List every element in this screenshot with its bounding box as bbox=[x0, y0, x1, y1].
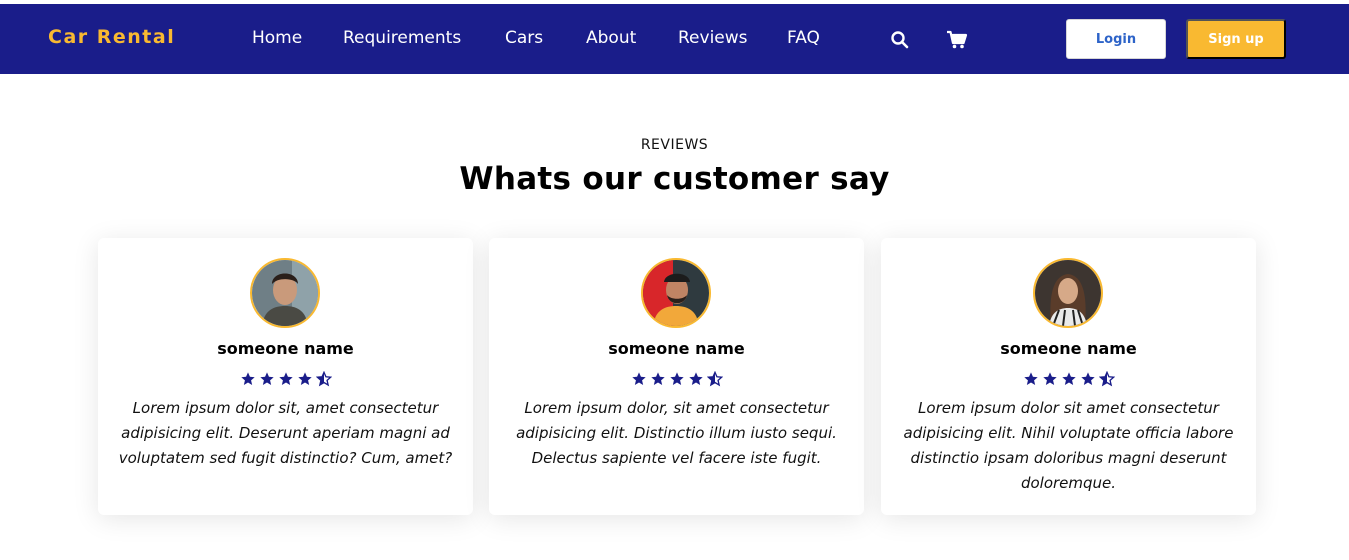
star-icon bbox=[1061, 372, 1076, 385]
star-half-icon bbox=[1098, 371, 1115, 387]
star-icon bbox=[1023, 372, 1038, 385]
section-label: REVIEWS bbox=[640, 137, 709, 153]
star-icon bbox=[259, 372, 274, 385]
star-icon bbox=[1042, 372, 1057, 385]
cart-icon[interactable] bbox=[946, 30, 968, 50]
star-rating bbox=[489, 371, 864, 387]
star-icon bbox=[669, 372, 684, 385]
nav-link-faq[interactable]: FAQ bbox=[787, 28, 820, 48]
search-icon[interactable] bbox=[890, 30, 910, 50]
reviewer-name: someone name bbox=[217, 339, 354, 358]
star-rating bbox=[98, 371, 473, 387]
star-half-icon bbox=[706, 371, 723, 387]
section-title: Whats our customer say bbox=[459, 161, 890, 197]
star-icon bbox=[297, 372, 312, 385]
avatar bbox=[641, 258, 711, 328]
nav-link-reviews[interactable]: Reviews bbox=[678, 28, 748, 48]
avatar bbox=[250, 258, 320, 328]
navbar: Car Rental Home Requirements Cars About … bbox=[0, 4, 1349, 74]
star-icon bbox=[688, 372, 703, 385]
brand-logo[interactable]: Car Rental bbox=[48, 26, 175, 48]
star-rating bbox=[881, 371, 1256, 387]
star-half-icon bbox=[315, 371, 332, 387]
star-icon bbox=[278, 372, 293, 385]
nav-link-requirements[interactable]: Requirements bbox=[343, 28, 461, 48]
star-icon bbox=[1080, 372, 1095, 385]
nav-link-home[interactable]: Home bbox=[252, 28, 302, 48]
reviewer-name: someone name bbox=[608, 339, 745, 358]
review-card: someone name Lorem ipsum dolor, sit amet… bbox=[489, 238, 864, 515]
review-card: someone name Lorem ipsum dolor sit, amet… bbox=[98, 238, 473, 515]
review-text: Lorem ipsum dolor sit, amet consectetur … bbox=[118, 399, 453, 467]
avatar bbox=[1033, 258, 1103, 328]
star-icon bbox=[650, 372, 665, 385]
signup-button[interactable]: Sign up bbox=[1186, 19, 1286, 59]
review-text: Lorem ipsum dolor, sit amet consectetur … bbox=[516, 399, 837, 467]
review-card: someone name Lorem ipsum dolor sit amet … bbox=[881, 238, 1256, 515]
nav-link-about[interactable]: About bbox=[586, 28, 636, 48]
star-icon bbox=[631, 372, 646, 385]
nav-link-cars[interactable]: Cars bbox=[505, 28, 543, 48]
reviewer-name: someone name bbox=[1000, 339, 1137, 358]
review-text: Lorem ipsum dolor sit amet consectetur a… bbox=[903, 399, 1234, 492]
star-icon bbox=[240, 372, 255, 385]
login-button[interactable]: Login bbox=[1066, 19, 1166, 59]
